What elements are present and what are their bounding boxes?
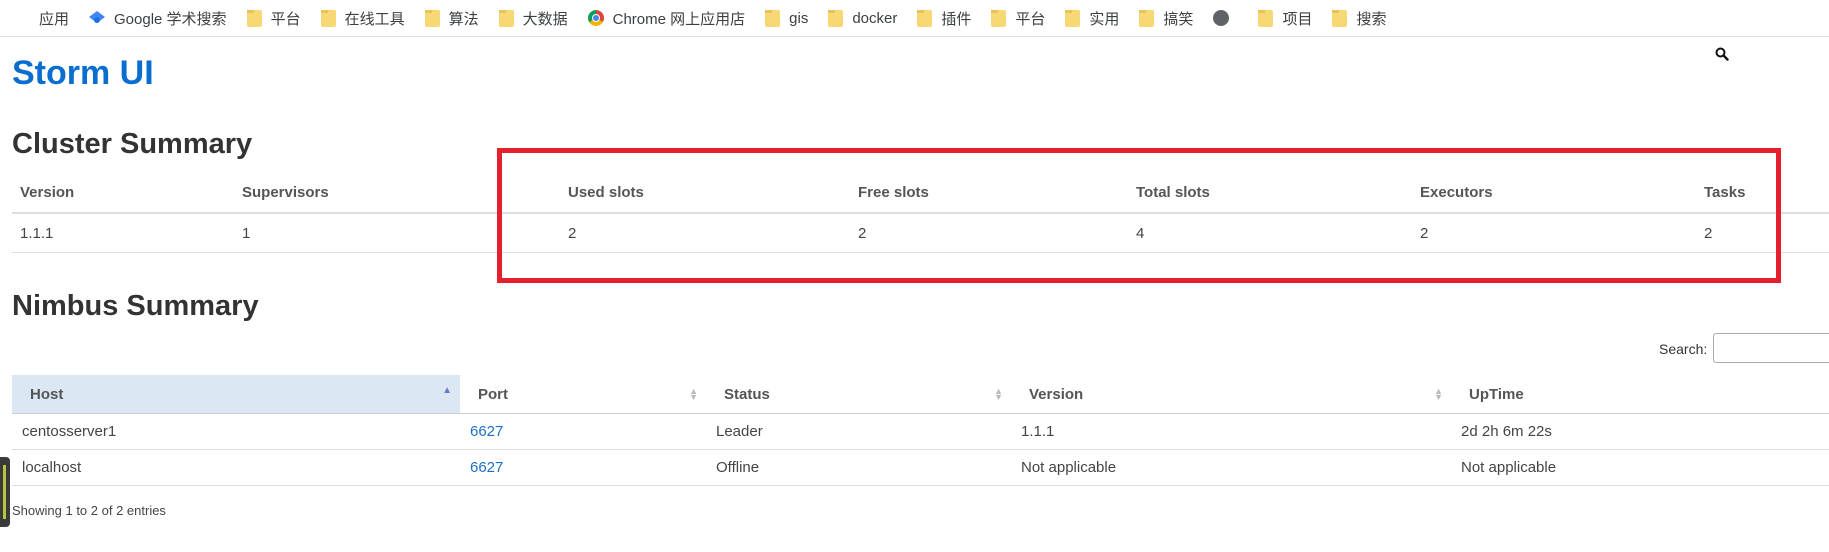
column-header-port[interactable]: Port ▲ ▼ [460,375,706,414]
sort-both-icon: ▲ ▼ [994,386,1003,402]
bookmark-label: 插件 [941,10,972,28]
table-cell-version: 1.1.1 [1011,413,1451,450]
folder-icon [828,9,844,27]
folder-icon [1332,9,1348,27]
column-header-label: Host [30,385,64,403]
bookmark-label: gis [789,9,809,27]
column-header-label: Version [1029,385,1084,403]
nimbus-summary-title: Nimbus Summary [12,290,259,322]
table-cell-port: 6627 [460,449,706,486]
bookmark-label: 算法 [448,10,479,28]
chrome-web-store-icon [587,10,604,26]
table-header-row: Host ▲ Port ▲ ▼ Status ▲ ▼ Version ▲ ▼ UpTi… [12,375,1829,414]
folder-icon [765,9,781,27]
cluster-summary-title: Cluster Summary [12,128,253,160]
column-header-label: Port [478,385,508,403]
bookmark-label: Chrome 网上应用店 [612,10,746,28]
bookmarks-bar: 应用 Google 学术搜索 平台 在线工具 算法 大数据 Chrome 网上应… [0,0,1829,37]
table-cell-host: centosserver1 [12,413,460,450]
sort-both-icon: ▲ ▼ [1434,386,1443,402]
column-header-host[interactable]: Host ▲ [12,375,460,414]
bookmark-google-scholar[interactable]: Google 学术搜索 [89,8,227,29]
table-cell-uptime: 2d 2h 6m 22s [1451,413,1829,450]
sort-both-icon: ▲ ▼ [689,386,698,402]
port-link[interactable]: 6627 [470,459,503,476]
bookmark-folder-algorithms[interactable]: 算法 [424,8,479,29]
folder-icon [917,9,933,27]
search-icon[interactable] [1715,47,1729,61]
bookmark-chrome-web-store[interactable]: Chrome 网上应用店 [587,8,746,29]
bookmark-label: 搞笑 [1163,10,1194,28]
column-header-version[interactable]: Version ▲ ▼ [1011,375,1451,414]
bookmark-folder-projects[interactable]: 项目 [1258,8,1312,29]
search-label: Search: [1659,341,1708,357]
bookmark-folder-gis[interactable]: gis [765,9,809,27]
bookmark-globe[interactable] [1213,10,1238,26]
folder-icon [991,9,1007,27]
bookmark-label: Google 学术搜索 [114,10,227,28]
folder-icon [1258,9,1274,27]
globe-icon [1213,10,1230,26]
bookmark-folder-platform-2[interactable]: 平台 [991,8,1045,29]
column-header-label: UpTime [1469,385,1524,403]
bookmark-folder-practical[interactable]: 实用 [1065,8,1119,29]
bookmark-folder-search[interactable]: 搜索 [1332,8,1386,29]
bookmark-folder-funny[interactable]: 搞笑 [1139,8,1193,29]
column-header: Version [12,172,234,214]
nimbus-search-input[interactable] [1713,333,1829,363]
folder-icon [1065,9,1081,27]
bookmark-folder-big-data[interactable]: 大数据 [498,8,568,29]
annotation-highlight-box [497,148,1781,283]
sort-ascending-icon: ▲ [442,385,452,396]
nimbus-summary-table: Host ▲ Port ▲ ▼ Status ▲ ▼ Version ▲ ▼ UpTi… [12,375,1829,486]
table-cell-uptime: Not applicable [1451,449,1829,486]
bookmark-apps[interactable]: 应用 [14,8,69,29]
folder-icon [1139,9,1155,27]
column-header-uptime[interactable]: UpTime [1451,375,1829,414]
storm-ui-logo[interactable]: Storm UI [12,54,154,93]
bookmark-folder-online-tools[interactable]: 在线工具 [320,8,405,29]
table-cell: 1.1.1 [12,213,234,253]
bookmark-label: 大数据 [522,10,568,28]
bookmark-label: 搜索 [1356,10,1387,28]
port-link[interactable]: 6627 [470,423,503,440]
folder-icon [498,9,514,27]
folder-icon [246,9,262,27]
bookmark-folder-plugins[interactable]: 插件 [917,8,971,29]
table-cell-version: Not applicable [1011,449,1451,486]
bookmark-label: 应用 [39,10,70,28]
column-header-status[interactable]: Status ▲ ▼ [706,375,1011,414]
bookmark-label: 平台 [1015,10,1046,28]
side-extension-widget[interactable] [0,457,10,527]
bookmark-folder-platform[interactable]: 平台 [246,8,301,29]
bookmark-label: 在线工具 [344,10,405,28]
folder-icon [424,9,440,27]
bookmark-label: docker [852,9,898,27]
table-cell-host: localhost [12,449,460,486]
bookmark-label: 项目 [1282,10,1313,28]
table-cell-status: Leader [706,413,1011,450]
bookmark-label: 平台 [270,10,301,28]
column-header-label: Status [724,385,770,403]
folder-icon [320,9,336,27]
table-row: localhost 6627 Offline Not applicable No… [12,449,1829,486]
table-info-text: Showing 1 to 2 of 2 entries [12,503,166,518]
bookmark-label: 实用 [1089,10,1120,28]
apps-grid-icon [14,10,30,26]
bookmark-folder-docker[interactable]: docker [828,9,898,27]
google-scholar-icon [89,11,106,23]
table-cell-port: 6627 [460,413,706,450]
table-row: centosserver1 6627 Leader 1.1.1 2d 2h 6m… [12,413,1829,450]
table-cell-status: Offline [706,449,1011,486]
